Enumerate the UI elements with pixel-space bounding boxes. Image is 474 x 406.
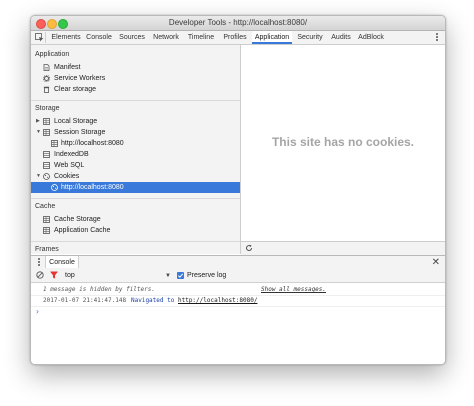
sidebar-item-session-storage-origin[interactable]: http://localhost:8080	[31, 138, 240, 149]
inspect-cursor-icon	[35, 33, 44, 42]
console-messages: 1 message is hidden by filters. Show all…	[31, 283, 445, 364]
sidebar-item-session-storage[interactable]: ▼ Session Storage	[31, 127, 240, 138]
section-header-application: Application	[35, 51, 70, 58]
tab-profiles[interactable]: Profiles	[220, 31, 250, 44]
section-header-cache: Cache	[35, 203, 56, 210]
checkmark-icon	[177, 273, 184, 278]
sidebar-item-manifest[interactable]: Manifest	[31, 62, 240, 73]
hidden-messages-text: 1 message is hidden by filters.	[43, 286, 155, 293]
cookie-icon	[43, 173, 50, 180]
tab-audits[interactable]: Audits	[328, 31, 354, 44]
sidebar-item-label: Clear storage	[54, 86, 97, 93]
tab-timeline[interactable]: Timeline	[184, 31, 218, 44]
tab-adblock[interactable]: AdBlock	[356, 31, 386, 44]
sidebar-item-cookies[interactable]: ▼ Cookies	[31, 171, 240, 182]
sidebar-item-label: Service Workers	[54, 75, 106, 82]
application-sidebar: Application Manifest Service Workers Cle…	[31, 45, 241, 254]
gear-icon	[43, 75, 50, 82]
grid-icon	[43, 129, 50, 136]
sidebar-item-indexeddb[interactable]: IndexedDB	[31, 149, 240, 160]
database-icon	[43, 162, 50, 169]
preserve-log-checkbox[interactable]	[177, 272, 184, 279]
execution-context-select[interactable]: top	[65, 269, 75, 282]
tab-elements[interactable]: Elements	[50, 31, 82, 44]
sidebar-item-label: http://localhost:8080	[61, 184, 124, 191]
sidebar-item-label: Session Storage	[54, 129, 106, 136]
refresh-icon[interactable]	[245, 244, 253, 252]
sidebar-item-label: Cache Storage	[54, 216, 101, 223]
panel-tab-bar: Elements Console Sources Network Timelin…	[31, 31, 445, 45]
sidebar-item-label: Local Storage	[54, 118, 98, 125]
grid-icon	[43, 216, 50, 223]
collapse-triangle-icon[interactable]: ▼	[36, 130, 41, 135]
dropdown-arrow-icon[interactable]: ▼	[165, 273, 171, 279]
section-header-frames: Frames	[35, 246, 59, 253]
tab-security[interactable]: Security	[294, 31, 326, 44]
sidebar-divider	[31, 100, 240, 101]
sidebar-item-web-sql[interactable]: Web SQL	[31, 160, 240, 171]
inspect-element-button[interactable]	[34, 32, 46, 43]
console-toolbar: top ▼ Preserve log	[31, 269, 445, 283]
title-bar: Developer Tools - http://localhost:8080/	[31, 16, 445, 31]
sidebar-item-label: Application Cache	[54, 227, 111, 234]
sidebar-item-label: Web SQL	[54, 162, 85, 169]
sidebar-item-clear-storage[interactable]: Clear storage	[31, 84, 240, 95]
sidebar-item-cookies-origin[interactable]: http://localhost:8080	[31, 182, 240, 193]
show-all-messages-link[interactable]: Show all messages.	[261, 285, 326, 295]
trash-icon	[43, 86, 50, 93]
tab-application[interactable]: Application	[252, 31, 292, 44]
tab-console[interactable]: Console	[84, 31, 114, 44]
log-message: Navigated to http://localhost:8080/	[131, 296, 257, 306]
sidebar-item-service-workers[interactable]: Service Workers	[31, 73, 240, 84]
cookie-icon	[51, 184, 58, 191]
navigated-text: Navigated to	[131, 297, 175, 304]
drawer-tab-console[interactable]: Console	[45, 256, 79, 268]
sidebar-divider	[31, 198, 240, 199]
grid-icon	[43, 118, 50, 125]
navigated-url-link[interactable]: http://localhost:8080/	[178, 297, 257, 304]
sidebar-item-cache-storage[interactable]: Cache Storage	[31, 214, 240, 225]
expand-triangle-icon[interactable]: ▶	[36, 119, 40, 124]
tab-network[interactable]: Network	[150, 31, 182, 44]
sidebar-item-label: IndexedDB	[54, 151, 89, 158]
more-options-icon[interactable]	[435, 32, 439, 43]
cookies-toolbar	[241, 241, 445, 255]
sidebar-item-label: Cookies	[54, 173, 80, 180]
clear-console-icon[interactable]	[36, 271, 44, 279]
console-log-row: 2017-01-07 21:41:47.148 Navigated to htt…	[31, 296, 445, 307]
drawer-tab-bar: Console ✕	[31, 255, 445, 270]
hidden-messages-row: 1 message is hidden by filters. Show all…	[31, 285, 445, 296]
tab-sources[interactable]: Sources	[116, 31, 148, 44]
sidebar-item-label: http://localhost:8080	[61, 140, 124, 147]
console-prompt-row[interactable]: ›	[31, 307, 445, 317]
grid-icon	[43, 227, 50, 234]
empty-cookies-message: This site has no cookies.	[271, 135, 415, 149]
cookies-view: This site has no cookies.	[241, 45, 445, 241]
sidebar-item-label: Manifest	[54, 64, 81, 71]
devtools-window: Developer Tools - http://localhost:8080/…	[30, 15, 446, 365]
sidebar-divider	[31, 241, 240, 242]
window-title: Developer Tools - http://localhost:8080/	[168, 18, 308, 27]
database-icon	[43, 151, 50, 158]
close-drawer-icon[interactable]: ✕	[432, 257, 440, 268]
sidebar-item-local-storage[interactable]: ▶ Local Storage	[31, 116, 240, 127]
filter-icon[interactable]	[50, 271, 58, 279]
document-icon	[43, 64, 50, 71]
log-timestamp: 2017-01-07 21:41:47.148	[43, 297, 127, 304]
preserve-log-label: Preserve log	[187, 272, 227, 279]
prompt-chevron-icon: ›	[35, 307, 40, 316]
drawer-menu-icon[interactable]	[37, 257, 41, 268]
collapse-triangle-icon[interactable]: ▼	[36, 174, 41, 179]
section-header-storage: Storage	[35, 105, 60, 112]
grid-icon	[51, 140, 58, 147]
sidebar-item-application-cache[interactable]: Application Cache	[31, 225, 240, 236]
